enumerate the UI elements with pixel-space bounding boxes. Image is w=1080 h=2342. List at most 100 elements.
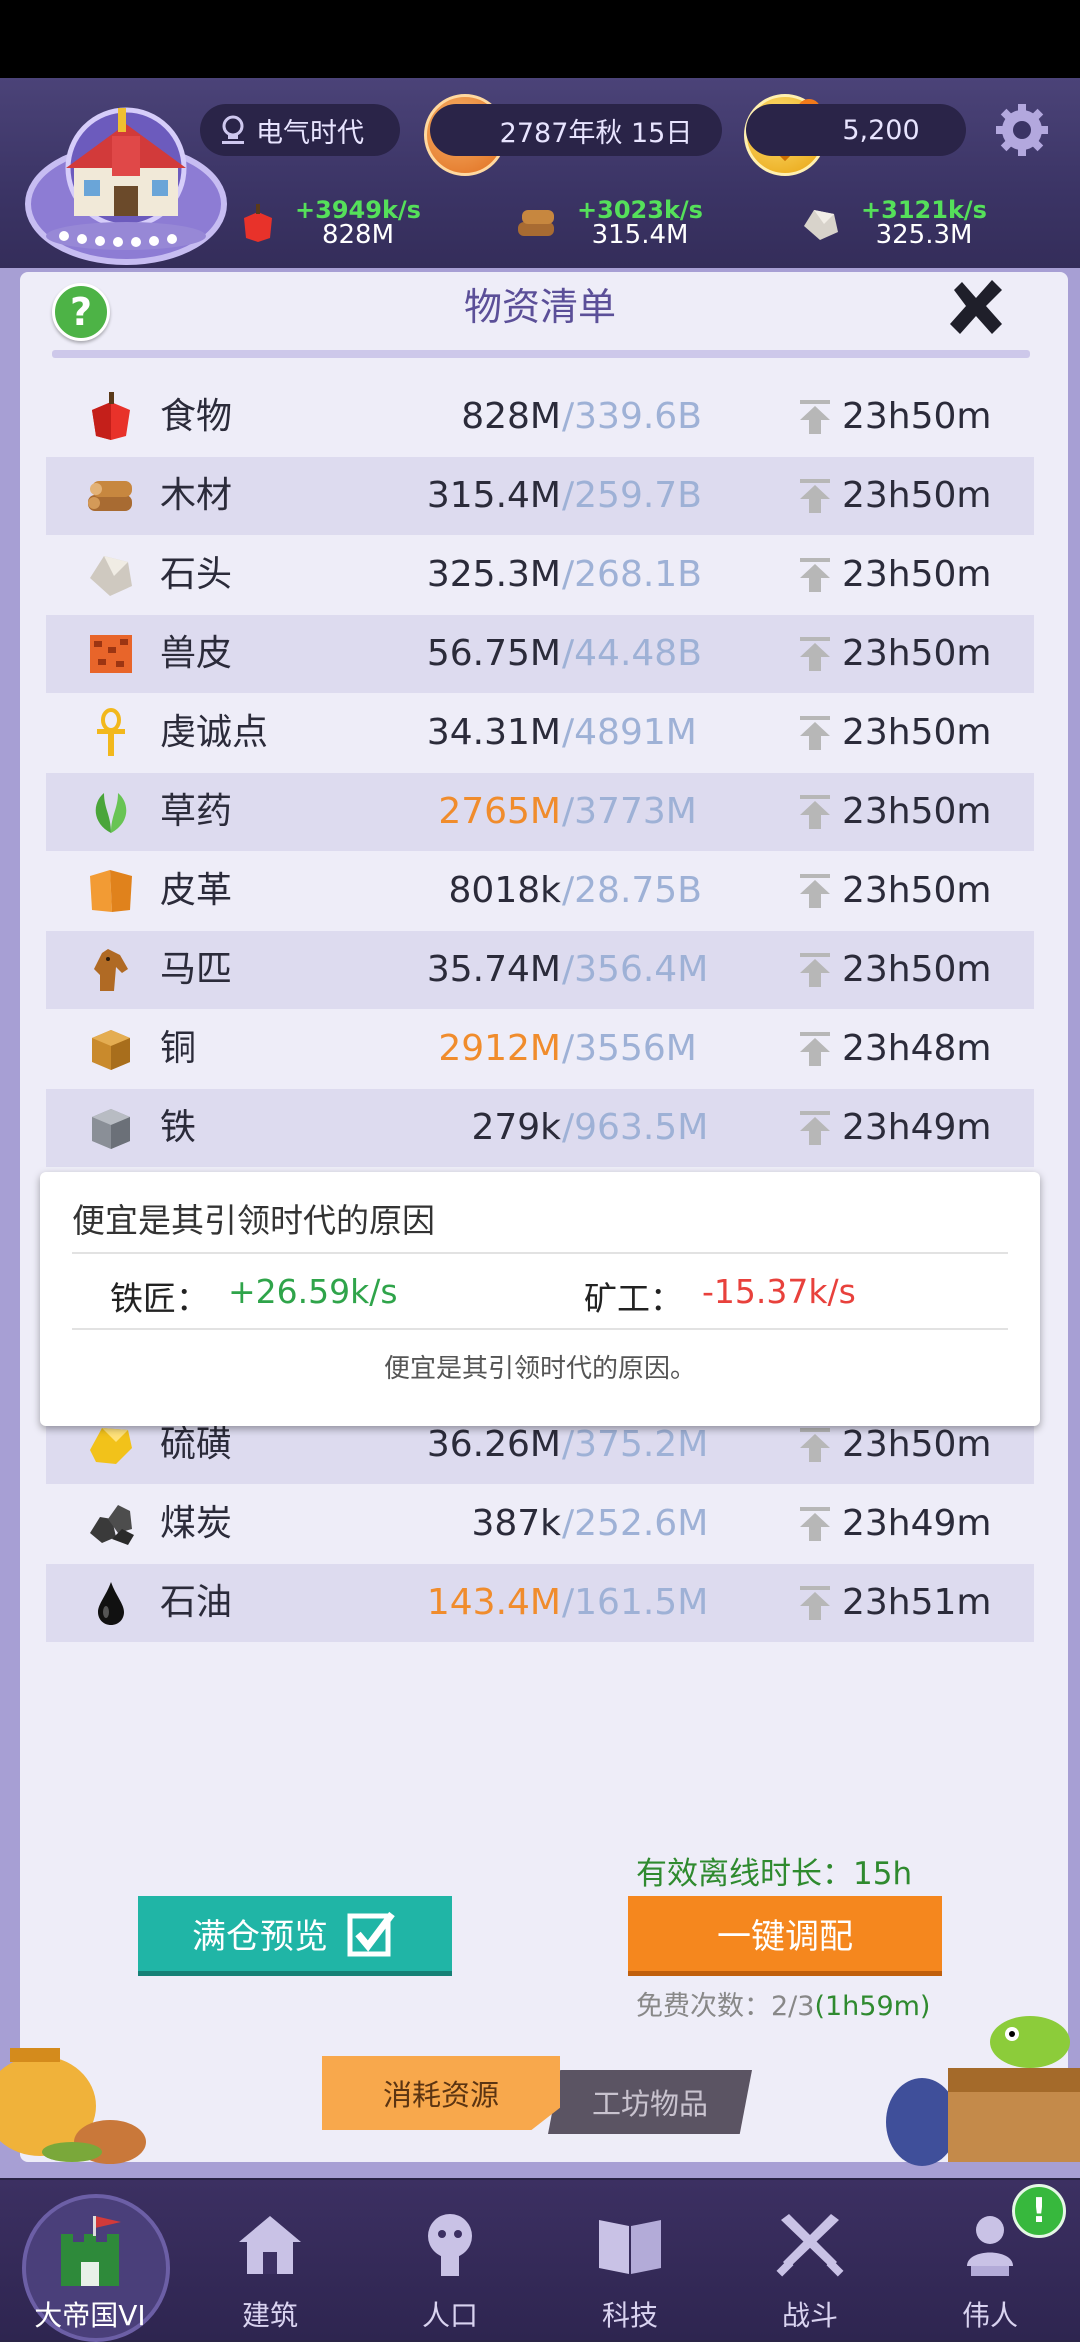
resource-row[interactable]: 铁 279k /963.5M 23h49m [46,1089,1034,1167]
nav-label: 大帝国VI [34,2299,146,2332]
resource-row[interactable]: 草药 2765M /3773M 23h50m [46,773,1034,851]
alert-badge[interactable]: ! [1012,2184,1066,2238]
panel-title: 物资清单 [463,285,616,329]
resource-capacity: /963.5M [562,1107,709,1148]
resource-amount: 315.4M [426,475,561,516]
resource-capacity: /339.6B [562,396,702,437]
resource-row[interactable]: 铜 2912M /3556M 23h48m [46,1010,1034,1088]
wood-icon [88,481,132,511]
resource-capacity: /268.1B [562,554,702,595]
full-storage-preview-button[interactable]: 满仓预览 [138,1896,452,1976]
resource-row[interactable]: 石头 325.3M /268.1B 23h50m [46,536,1034,614]
resource-amount: 387k [471,1503,561,1544]
castle-icon [61,2216,121,2286]
resource-name: 皮革 [160,870,233,911]
resource-time: 23h49m [842,1503,992,1544]
coin-pill[interactable]: 5,200 [746,104,966,156]
coal-icon [90,1505,134,1545]
stone-icon [90,556,132,596]
nav-buildings[interactable]: 建筑 [180,2176,360,2340]
auto-allocate-button[interactable]: 一键调配 [628,1896,942,1976]
resource-row[interactable]: 马匹 35.74M /356.4M 23h50m [46,931,1034,1009]
upgrade-arrow-icon[interactable] [798,400,832,434]
treasure-chest-icon [886,2016,1080,2166]
resource-name: 兽皮 [160,633,233,674]
resource-row[interactable]: 皮革 8018k /28.75B 23h50m [46,852,1034,930]
consumer-value: -15.37k/s [702,1272,856,1311]
era-pill[interactable]: 电气时代 [200,104,400,156]
hide-icon [90,635,132,673]
upgrade-arrow-icon[interactable] [798,637,832,671]
stone-icon [804,210,838,240]
coin-amount: 5,200 [842,114,920,146]
upgrade-arrow-icon[interactable] [798,716,832,750]
tooltip-divider [72,1328,1008,1330]
title-divider [52,350,1030,358]
resource-amount: 828M [461,396,561,437]
book-icon [599,2220,661,2274]
upgrade-arrow-icon[interactable] [798,874,832,908]
person-icon [428,2214,472,2276]
tooltip-title: 便宜是其引领时代的原因 [72,1201,435,1240]
help-button[interactable]: ? [52,283,110,341]
nav-label: 战斗 [781,2299,838,2332]
iron-icon [92,1109,130,1149]
resource-amount: 325.3M [426,554,561,595]
upgrade-arrow-icon[interactable] [798,558,832,592]
resource-row[interactable]: 食物 828M /339.6B 23h50m [46,378,1034,456]
upgrade-arrow-icon[interactable] [798,1032,832,1066]
settings-gear-icon[interactable] [992,100,1052,160]
horse-icon [94,949,128,991]
nav-empire[interactable]: 大帝国VI [0,2176,180,2340]
resource-row[interactable]: 煤炭 387k /252.6M 23h49m [46,1485,1034,1563]
wood-icon [518,210,554,236]
resource-row[interactable]: 木材 315.4M /259.7B 23h50m [46,457,1034,535]
resource-name: 虔诚点 [160,712,269,753]
upgrade-arrow-icon[interactable] [798,795,832,829]
upgrade-arrow-icon[interactable] [798,1111,832,1145]
resource-time: 23h50m [842,396,992,437]
tab-consumable-resources[interactable]: 消耗资源 [322,2056,560,2130]
resource-amount: 279k [471,1107,561,1148]
status-bar [0,0,1080,78]
resource-time: 23h50m [842,791,992,832]
upgrade-arrow-icon[interactable] [798,1507,832,1541]
resource-capacity: /259.7B [562,475,702,516]
resource-time: 23h50m [842,949,992,990]
resource-row[interactable]: 兽皮 56.75M /44.48B 23h50m [46,615,1034,693]
resource-time: 23h50m [842,712,992,753]
resource-name: 石油 [160,1582,233,1623]
nav-population[interactable]: 人口 [360,2176,540,2340]
checkbox-icon [347,1911,395,1956]
close-icon[interactable] [944,276,1008,340]
upgrade-arrow-icon[interactable] [798,1428,832,1462]
nav-battle[interactable]: 战斗 [720,2176,900,2340]
resource-name: 木材 [160,475,233,516]
copper-icon [92,1030,130,1070]
stone-amount: 325.3M [875,220,973,250]
gold-sack-icon [0,2048,146,2164]
ankh-icon [97,708,125,756]
resource-amount: 2912M [438,1028,561,1069]
free-count-text: 免费次数：2/3 [636,1991,815,2022]
nav-technology[interactable]: 科技 [540,2176,720,2340]
resource-name: 煤炭 [160,1503,233,1544]
resource-row[interactable]: 石油 143.4M /161.5M 23h51m [46,1564,1034,1642]
tooltip-note: 便宜是其引领时代的原因。 [383,1354,696,1384]
era-label: 电气时代 [256,117,364,149]
lightbulb-icon [222,115,244,144]
house-icon [239,2216,301,2274]
preview-button-label: 满仓预览 [192,1917,328,1957]
upgrade-arrow-icon[interactable] [798,1586,832,1620]
resource-capacity: /44.48B [562,633,702,674]
resource-row[interactable]: 虔诚点 34.31M /4891M 23h50m [46,694,1034,772]
upgrade-arrow-icon[interactable] [798,479,832,513]
resource-capacity: /28.75B [562,870,702,911]
tab-workshop-items[interactable]: 工坊物品 [548,2070,752,2134]
resource-amount: 143.4M [426,1582,561,1623]
upgrade-arrow-icon[interactable] [798,953,832,987]
tooltip-divider [72,1252,1008,1254]
herb-icon [95,793,127,833]
allocate-button-label: 一键调配 [717,1917,853,1957]
nav-label: 伟人 [961,2299,1018,2332]
